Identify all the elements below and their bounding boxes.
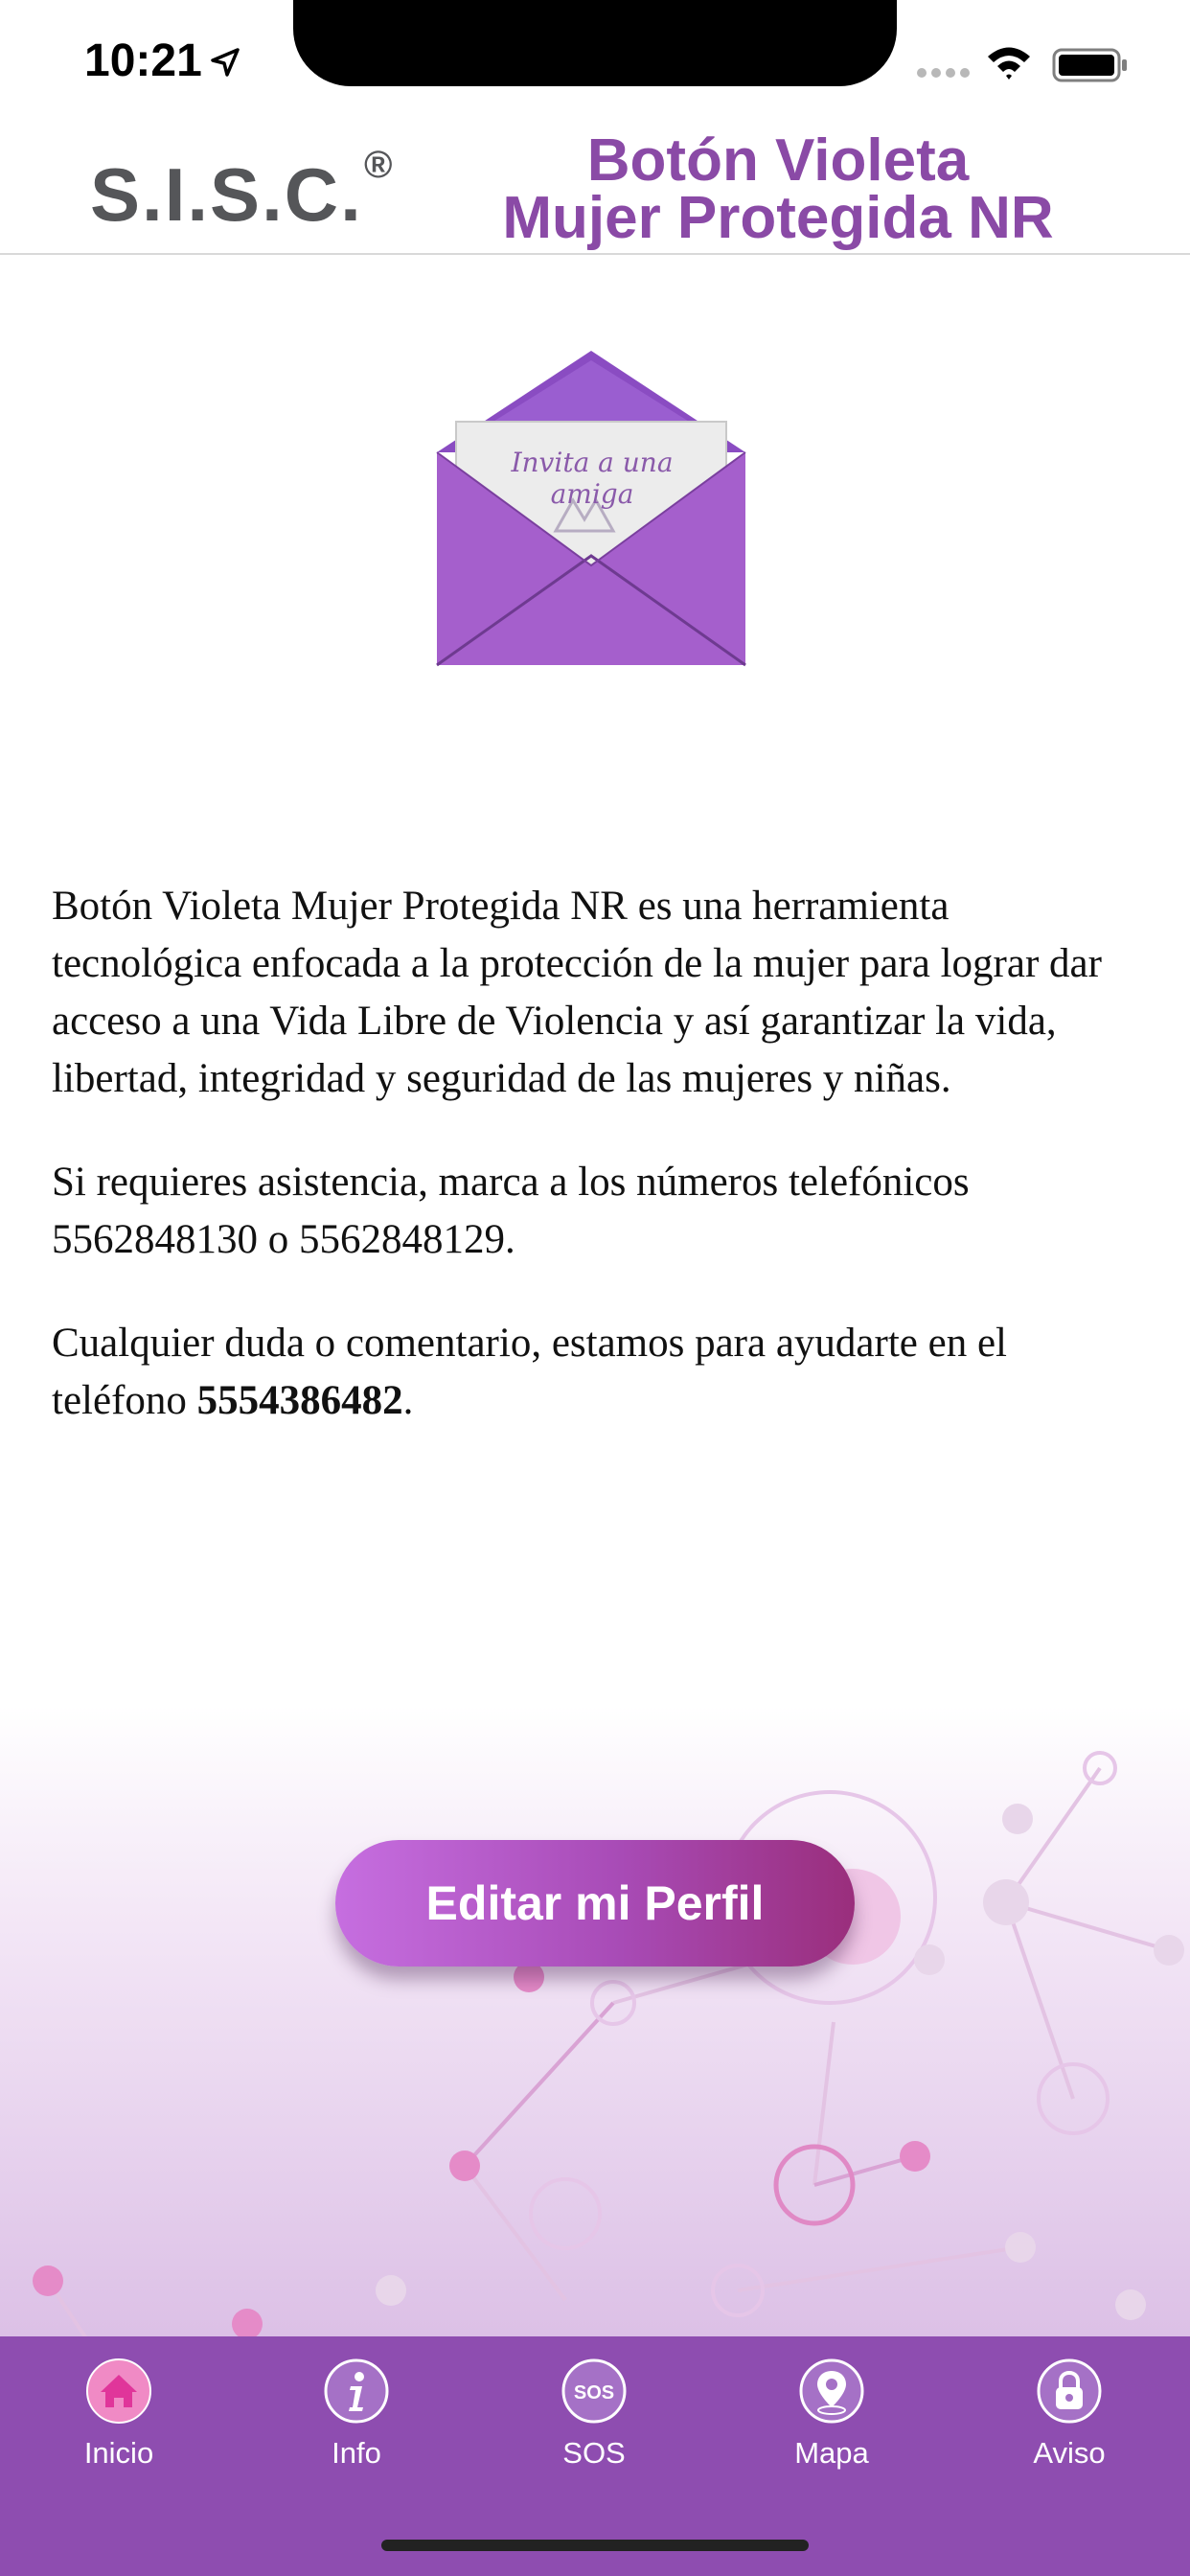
tab-info[interactable]: Info <box>238 2336 475 2499</box>
header-title-line1: Botón Violeta <box>586 127 970 194</box>
invite-envelope-icon[interactable] <box>431 347 751 673</box>
description-paragraph-1: Botón Violeta Mujer Protegida NR es una … <box>52 884 1102 1101</box>
edit-profile-button[interactable]: Editar mi Perfil <box>335 1840 855 1966</box>
home-icon <box>86 2358 151 2424</box>
contact-text: Cualquier duda o comentario, estamos par… <box>52 1321 1007 1423</box>
envelope-invite-text: Invita a una amiga <box>511 447 674 510</box>
tab-label-inicio: Inicio <box>83 2436 154 2470</box>
background-network-decoration <box>0 1706 1190 2338</box>
tab-label-mapa: Mapa <box>794 2436 869 2470</box>
battery-icon <box>1052 48 1127 82</box>
tab-inicio[interactable]: Inicio <box>0 2336 238 2499</box>
cellular-signal-icon <box>917 68 970 78</box>
info-icon <box>324 2358 389 2424</box>
tab-label-aviso: Aviso <box>1033 2436 1106 2470</box>
tab-sos[interactable]: SOS SOS <box>475 2336 713 2499</box>
status-bar: 10:21 <box>0 0 1190 115</box>
map-pin-icon <box>799 2358 864 2424</box>
lock-icon <box>1037 2358 1102 2424</box>
tab-label-sos: SOS <box>562 2436 626 2470</box>
sos-icon: SOS <box>561 2358 627 2424</box>
tab-label-info: Info <box>332 2436 381 2470</box>
app-description: Botón Violeta Mujer Protegida NR es una … <box>52 878 1144 1476</box>
registered-mark: ® <box>364 144 393 186</box>
brand-logo-text: S.I.S.C. <box>90 152 363 237</box>
location-arrow-icon <box>211 48 240 77</box>
tab-mapa[interactable]: Mapa <box>713 2336 950 2499</box>
device-notch <box>293 0 897 86</box>
status-time: 10:21 <box>84 35 202 86</box>
header-title-line2: Mujer Protegida NR <box>502 185 1054 251</box>
tab-aviso[interactable]: Aviso <box>950 2336 1188 2499</box>
wifi-icon <box>988 47 1030 80</box>
app-header: S.I.S.C. ® Botón Violeta Mujer Protegida… <box>0 125 1190 255</box>
svg-text:SOS: SOS <box>574 2382 614 2404</box>
description-paragraph-3: Cualquier duda o comentario, estamos par… <box>52 1315 1144 1430</box>
description-paragraph-2: Si requieres asistencia, marca a los núm… <box>52 1160 970 1262</box>
contact-suffix: . <box>402 1378 414 1423</box>
home-indicator[interactable] <box>381 2540 809 2551</box>
contact-phone[interactable]: 5554386482 <box>197 1378 403 1423</box>
